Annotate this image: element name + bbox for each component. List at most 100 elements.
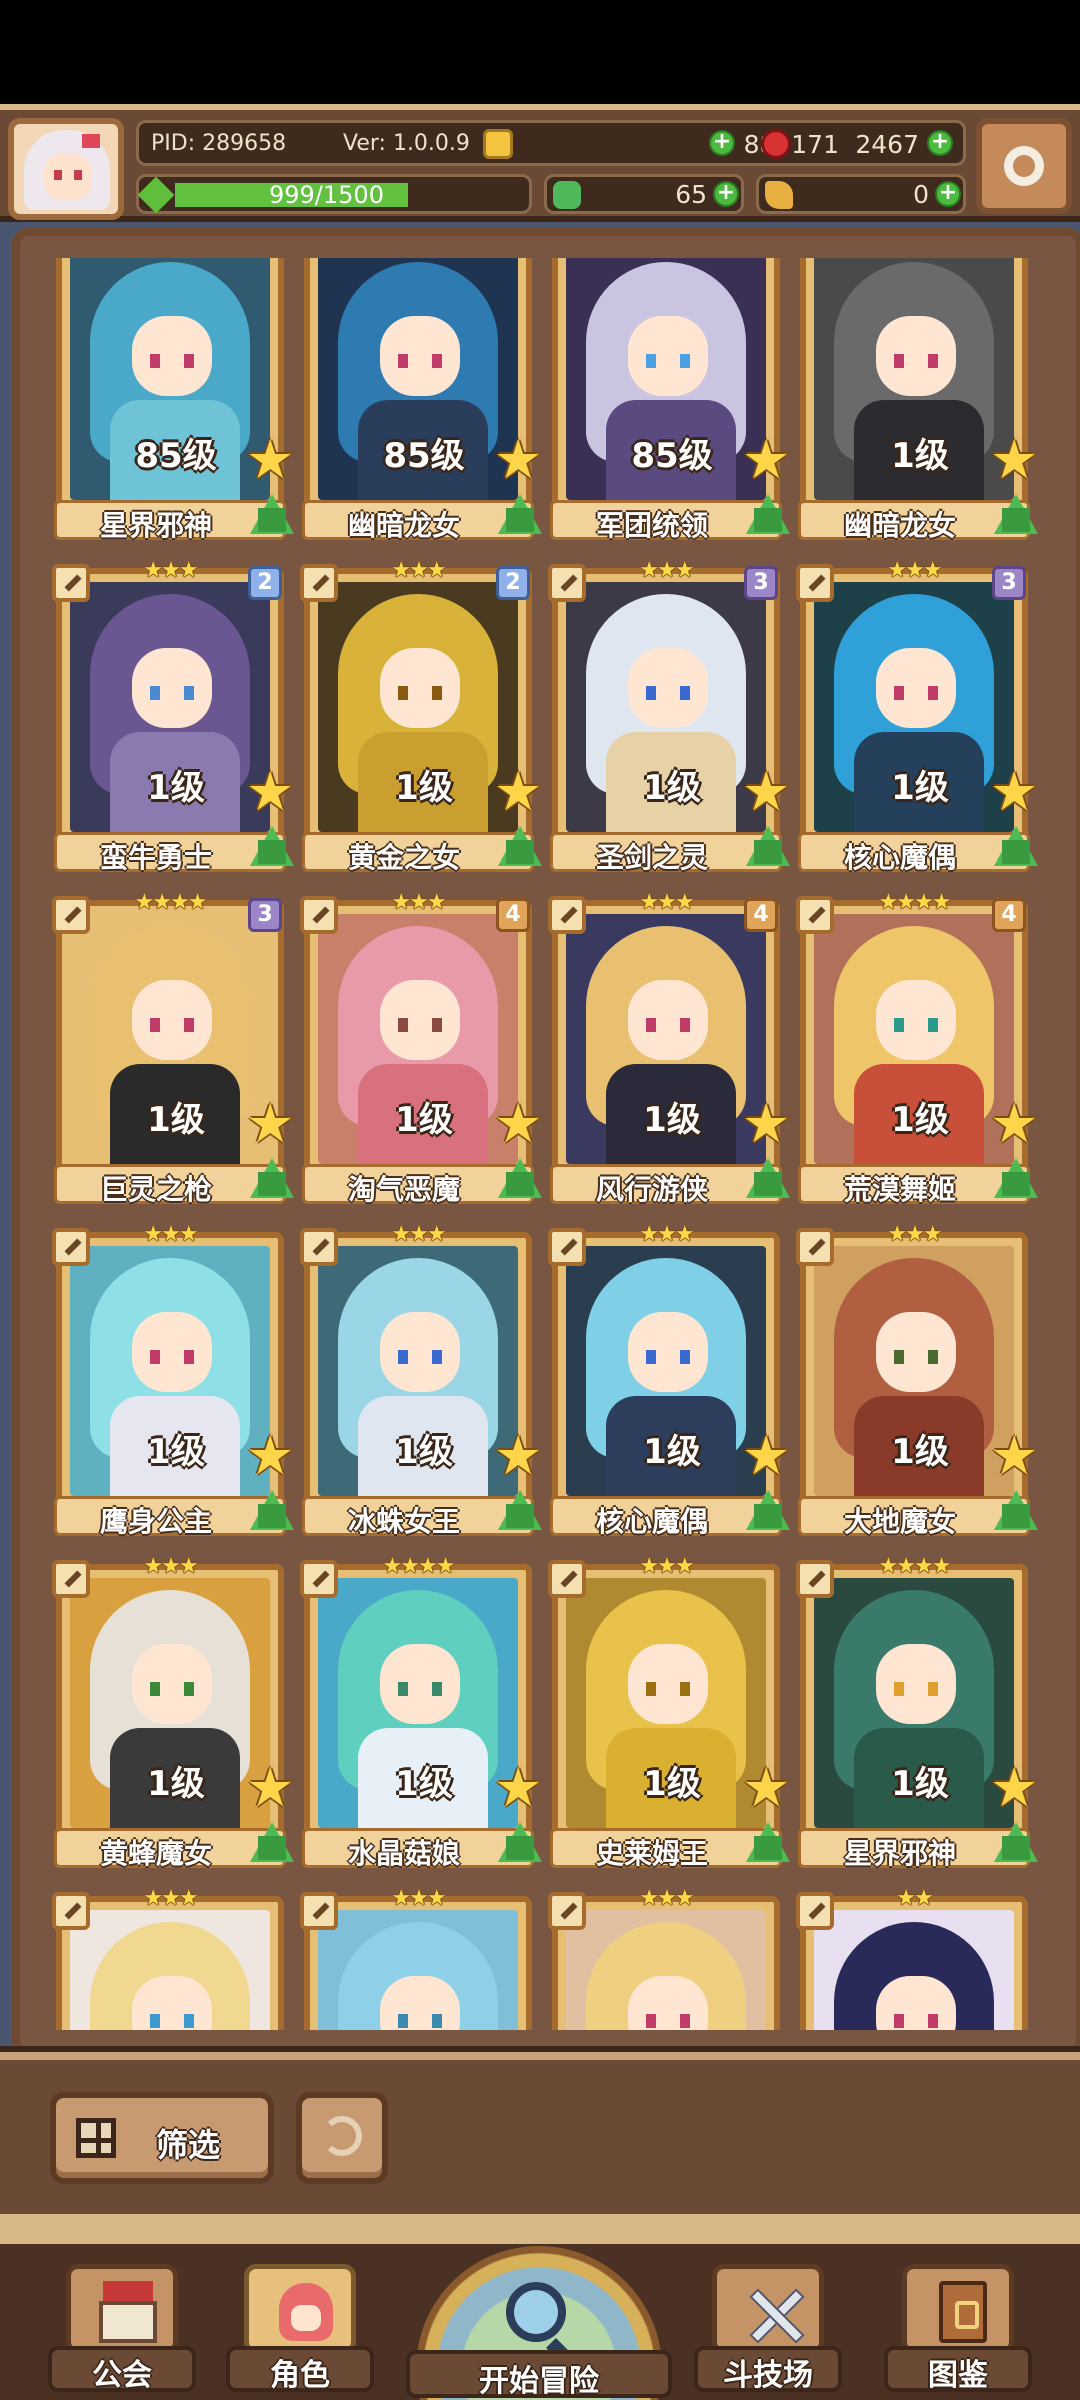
character-card[interactable]: 1级 大地魔女 ★★★	[796, 1222, 1038, 1550]
character-card[interactable]: 1级 荒漠舞姬 ★★★★ 4	[796, 890, 1038, 1218]
avatar-face	[44, 154, 92, 200]
settings-button[interactable]	[976, 118, 1072, 214]
portrait-eye	[680, 2014, 690, 2028]
rank-badge: 3	[248, 898, 282, 932]
character-portrait	[566, 1910, 766, 2030]
portrait-eye	[894, 686, 904, 700]
portrait-eye	[184, 1682, 194, 1696]
start-adventure-button[interactable]: 开始冒险	[406, 2246, 672, 2400]
add-keys-button[interactable]: +	[935, 181, 961, 207]
character-card[interactable]: 1级 鹰身公主 ★★★	[52, 1222, 294, 1550]
star-upgrade-icon	[494, 428, 542, 491]
portrait-face	[628, 1312, 708, 1392]
portrait-eye	[680, 1018, 690, 1032]
key-icon	[765, 181, 793, 209]
character-card[interactable]: 1级 核心魔偶 ★★★ 3	[796, 558, 1038, 886]
rank-badge: 4	[496, 898, 530, 932]
character-card[interactable]: 85级 军团统领	[550, 258, 790, 554]
portrait-face	[380, 316, 460, 396]
portrait-face	[876, 316, 956, 396]
level-up-arrow-icon	[994, 1490, 1038, 1530]
character-card[interactable]: 1级 史莱姆王 ★★★	[548, 1554, 790, 1882]
portrait-eye	[150, 1018, 160, 1032]
rank-badge: 4	[992, 898, 1026, 932]
gem-amount: 2467	[855, 130, 919, 159]
character-card[interactable]: 1级 黄金之女 ★★★ 2	[300, 558, 542, 886]
portrait-eye	[398, 2014, 408, 2028]
character-name: 巨灵之枪	[99, 1173, 212, 1206]
portrait-face	[132, 1644, 212, 1724]
portrait-eye	[398, 1682, 408, 1696]
character-name: 星界邪神	[99, 509, 212, 542]
character-name: 冰蛛女王	[347, 1505, 460, 1538]
rank-badge: 3	[744, 566, 778, 600]
character-card[interactable]: 1级 幽暗龙女	[798, 258, 1038, 554]
grid-icon	[76, 2118, 116, 2158]
guild-wall	[99, 2301, 157, 2343]
character-card[interactable]: 1级 冰蛛女王 ★★★	[300, 1222, 542, 1550]
character-card[interactable]: 1级 圣剑之灵 ★★★ 3	[548, 558, 790, 886]
character-name: 幽暗龙女	[843, 509, 956, 542]
rank-badge: 2	[248, 566, 282, 600]
portrait-face	[876, 1644, 956, 1724]
gear-icon	[1004, 146, 1044, 186]
character-card[interactable]: ★★★	[300, 1886, 536, 2030]
character-portrait	[70, 1910, 270, 2030]
star-upgrade-icon	[494, 1424, 542, 1487]
character-card[interactable]: 1级 蛮牛勇士 ★★★ 2	[52, 558, 294, 886]
character-name: 史莱姆王	[595, 1837, 708, 1870]
rank-badge: 2	[496, 566, 530, 600]
gold-coin-icon	[483, 129, 513, 159]
character-grid[interactable]: 85级星界邪神85级幽暗龙女85级军团统领1级幽暗龙女 1级蛮牛勇士★★★21级黄…	[26, 258, 1054, 2030]
avatar-eye	[54, 170, 62, 180]
add-gold-button[interactable]: +	[709, 130, 735, 156]
character-card[interactable]: 85级 幽暗龙女	[302, 258, 542, 554]
character-card[interactable]: ★★★	[52, 1886, 288, 2030]
player-avatar[interactable]	[8, 118, 124, 220]
player-id: PID: 289658	[151, 131, 287, 156]
portrait-eye	[894, 2014, 904, 2028]
character-card[interactable]: 1级 风行游侠 ★★★ 4	[548, 890, 790, 1218]
filter-button[interactable]: 筛选	[50, 2092, 274, 2184]
level-up-arrow-icon	[498, 1490, 542, 1530]
level-up-arrow-icon	[498, 1158, 542, 1198]
nav-arena-label: 斗技场	[723, 2358, 813, 2393]
character-card[interactable]: ★★★	[548, 1886, 784, 2030]
portrait-face	[132, 1312, 212, 1392]
character-card[interactable]: 1级 淘气恶魔 ★★★ 4	[300, 890, 542, 1218]
character-card[interactable]: 1级 星界邪神 ★★★★	[796, 1554, 1038, 1882]
card-frame	[304, 1896, 532, 2030]
portrait-eye	[894, 1682, 904, 1696]
rank-badge: 4	[744, 898, 778, 932]
portrait-eye	[646, 1682, 656, 1696]
star-upgrade-icon	[742, 1756, 790, 1819]
character-name: 黄蜂魔女	[99, 1837, 212, 1870]
character-name: 水晶菇娘	[347, 1837, 460, 1870]
player-info-bar: PID: 289658 Ver: 1.0.0.9 886171 + 2467 +	[136, 120, 966, 166]
character-card[interactable]: 1级 水晶菇娘 ★★★★	[300, 1554, 542, 1882]
red-gem-icon	[761, 129, 791, 159]
character-card[interactable]: 85级 星界邪神	[54, 258, 294, 554]
character-card[interactable]: 1级 巨灵之枪 ★★★★ 3	[52, 890, 294, 1218]
portrait-eye	[184, 686, 194, 700]
status-bar	[0, 0, 1080, 104]
portrait-face	[628, 648, 708, 728]
character-card[interactable]: ★★	[796, 1886, 1032, 2030]
character-name: 圣剑之灵	[595, 841, 708, 874]
character-name: 鹰身公主	[99, 1505, 212, 1538]
refresh-button[interactable]	[296, 2092, 388, 2184]
nav-guild-tile	[66, 2264, 178, 2354]
character-portrait	[318, 1910, 518, 2030]
class-type-icon	[796, 1892, 834, 1930]
portrait-eye	[894, 1350, 904, 1364]
portrait-face	[876, 1312, 956, 1392]
add-clover-button[interactable]: +	[713, 181, 739, 207]
stamina-value: 999/1500	[269, 181, 384, 209]
star-upgrade-icon	[246, 428, 294, 491]
character-card[interactable]: 1级 黄蜂魔女 ★★★	[52, 1554, 294, 1882]
character-card[interactable]: 1级 核心魔偶 ★★★	[548, 1222, 790, 1550]
refresh-icon	[322, 2116, 362, 2156]
add-gems-button[interactable]: +	[927, 130, 953, 156]
class-type-icon	[300, 1228, 338, 1266]
start-adventure-label: 开始冒险	[479, 2364, 599, 2399]
